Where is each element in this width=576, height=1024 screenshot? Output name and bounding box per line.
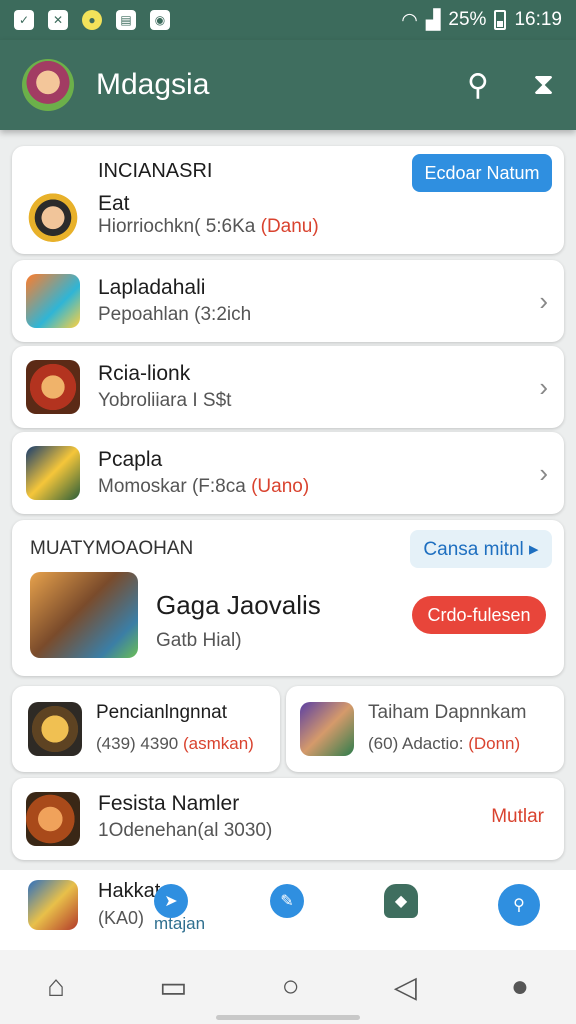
share-icon[interactable]: ➤ xyxy=(154,884,188,918)
navigation-bar: ⌂ ▭ ○ ◁ ● xyxy=(0,950,576,1024)
list-item-name: Fesista Namler xyxy=(98,792,240,815)
tile-sub: (60) Adactio: xyxy=(368,734,464,753)
shield-icon[interactable]: ◆ xyxy=(384,884,418,918)
list-item-name: Pcapla xyxy=(98,448,163,471)
home-icon[interactable]: ⌂ xyxy=(47,970,65,1004)
profile-icon[interactable]: ● xyxy=(511,970,529,1004)
game-thumbnail xyxy=(26,360,80,414)
clock: 16:19 xyxy=(514,9,562,30)
featured-name: Eat xyxy=(98,192,130,215)
search-icon[interactable]: ⚲ xyxy=(498,884,540,926)
promo-sub: Gatb Hial) xyxy=(156,630,242,651)
tile-name: Taiham Dapnnkam xyxy=(368,702,527,723)
location-icon: ◉ xyxy=(150,10,170,30)
featured-sub: Hiorriochkn( 5:6Ka xyxy=(98,216,256,237)
featured-card[interactable]: INCIANASRI Ecdoar Natum Eat Hiorriochkn(… xyxy=(12,146,564,254)
featured-header: INCIANASRI xyxy=(98,160,213,182)
app-bar: Mdagsia ⚲ ⧗ xyxy=(0,40,576,130)
grid-tile[interactable]: Pencianlngnnat (439) 4390 (asmkan) xyxy=(12,686,280,772)
tab-label: mtajan xyxy=(154,914,206,933)
circle-home-icon[interactable]: ○ xyxy=(282,970,300,1004)
promo-action-button[interactable]: Crdo-fulesen xyxy=(412,596,546,634)
search-icon[interactable]: ⚲ xyxy=(467,68,489,103)
list-item-sub: Pepoahlan (3:2ich xyxy=(98,304,252,325)
promo-card[interactable]: MUATYMOAOHAN Cansa mitnl ▸ Gaga Jaovalis… xyxy=(12,520,564,676)
list-item[interactable]: Rcia-lionk Yobroliiara I S$t › xyxy=(12,346,564,428)
game-thumbnail xyxy=(26,274,80,328)
promo-link-button[interactable]: Cansa mitnl ▸ xyxy=(410,530,552,568)
notification-icon: ✓ xyxy=(14,10,34,30)
list-item-sub: Momoskar (F:8ca xyxy=(98,476,246,497)
tile-sub: (439) 4390 xyxy=(96,734,179,753)
game-thumbnail xyxy=(300,702,354,756)
list-item-sub-tag: (Uano) xyxy=(251,476,310,497)
promo-title: Gaga Jaovalis xyxy=(156,590,321,620)
featured-action-button[interactable]: Ecdoar Natum xyxy=(412,154,552,192)
list-item-name: Hakkat xyxy=(98,880,161,902)
bottom-tab-row: Hakkat (KA0) ➤ mtajan ✎ ◆ ⚲ xyxy=(0,870,576,950)
game-banner xyxy=(30,572,138,658)
list-item-sub: Yobroliiara I S$t xyxy=(98,390,232,411)
game-thumbnail xyxy=(26,446,80,500)
list-item-name: Rcia-lionk xyxy=(98,362,191,385)
list-item[interactable]: Pcapla Momoskar (F:8ca (Uano) › xyxy=(12,432,564,514)
app-title: Mdagsia xyxy=(96,68,210,101)
game-thumbnail xyxy=(28,702,82,756)
notification-icon: ▤ xyxy=(116,10,136,30)
recents-icon[interactable]: ▭ xyxy=(159,970,187,1005)
app-logo xyxy=(22,59,74,111)
game-thumbnail xyxy=(26,188,80,242)
chevron-right-icon: › xyxy=(539,286,548,316)
signal-icon: ▟ xyxy=(425,9,441,31)
wifi-icon: ◠ xyxy=(401,9,418,31)
chat-icon[interactable]: ✎ xyxy=(270,884,304,918)
notification-icon: ✕ xyxy=(48,10,68,30)
battery-level: 25% xyxy=(448,9,487,30)
list-item-sub: 1Odenehan(al 3030) xyxy=(98,820,273,841)
tile-sub-tag: (Donn) xyxy=(468,734,521,753)
grid-tile[interactable]: Taiham Dapnnkam (60) Adactio: (Donn) xyxy=(286,686,564,772)
game-thumbnail xyxy=(26,792,80,846)
notification-icon: ● xyxy=(82,10,102,30)
tile-name: Pencianlngnnat xyxy=(96,702,227,723)
battery-icon xyxy=(494,10,507,30)
list-item[interactable]: Lapladahali Pepoahlan (3:2ich › xyxy=(12,260,564,342)
promo-header: MUATYMOAOHAN xyxy=(30,538,194,559)
tile-sub-tag: (asmkan) xyxy=(182,734,254,753)
status-bar: ✓ ✕ ● ▤ ◉ ◠ ▟ 25% 16:19 xyxy=(0,0,576,40)
list-item[interactable]: Fesista Namler 1Odenehan(al 3030) Mutlar xyxy=(12,778,564,860)
game-thumbnail xyxy=(28,880,78,930)
list-item-sub: (KA0) xyxy=(98,908,145,928)
chevron-right-icon: › xyxy=(539,372,548,402)
back-icon[interactable]: ◁ xyxy=(394,970,417,1005)
list-item-name: Lapladahali xyxy=(98,276,206,299)
hourglass-icon[interactable]: ⧗ xyxy=(533,68,554,103)
featured-sub-tag: (Danu) xyxy=(260,216,319,237)
list-item-action[interactable]: Mutlar xyxy=(491,806,544,828)
gesture-handle[interactable] xyxy=(216,1015,360,1020)
chevron-right-icon: › xyxy=(539,458,548,488)
